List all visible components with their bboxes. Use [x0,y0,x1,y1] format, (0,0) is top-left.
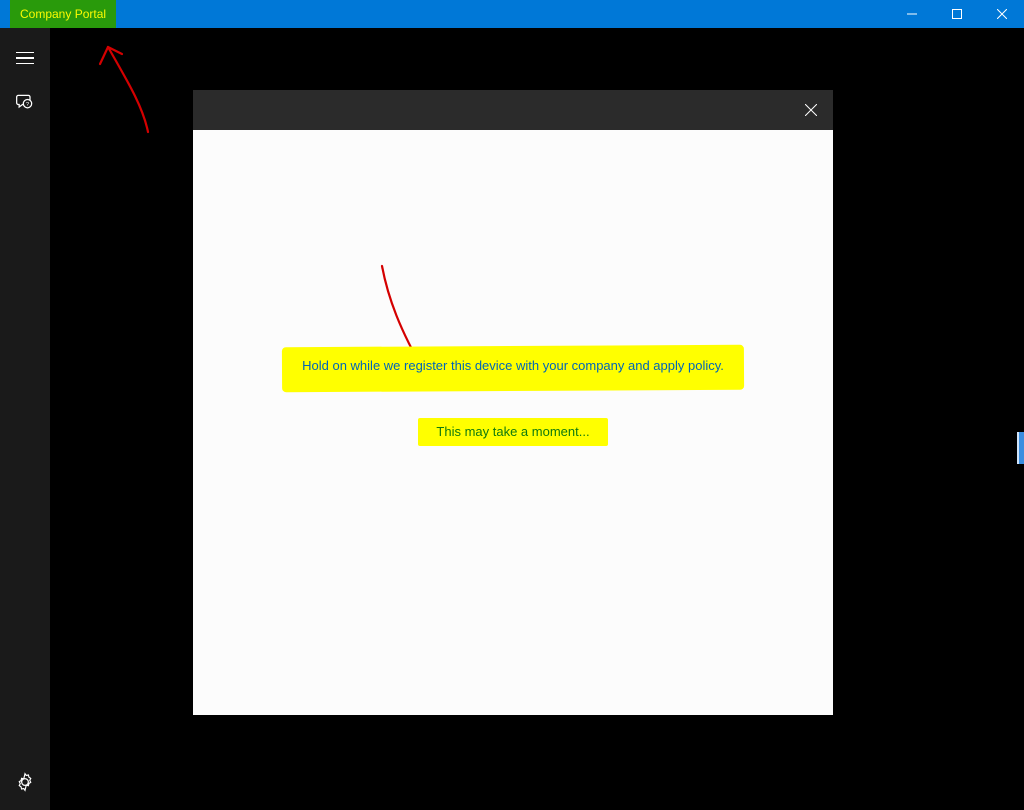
dialog-body: Hold on while we register this device wi… [193,130,833,715]
sidebar: ? [0,28,50,810]
minimize-button[interactable] [889,0,934,28]
app-title: Company Portal [10,0,116,28]
hamburger-menu-button[interactable] [0,36,50,80]
titlebar: Company Portal [0,0,1024,28]
background-window-sliver [1017,432,1024,464]
app-body: ? Hold on while we register this device … [0,28,1024,810]
gear-icon [15,772,35,792]
dialog-header [193,90,833,130]
content-area: Hold on while we register this device wi… [50,28,1024,810]
maximize-button[interactable] [934,0,979,28]
registration-message-primary: Hold on while we register this device wi… [290,352,736,383]
window-controls [889,0,1024,28]
chat-help-icon: ? [15,92,35,112]
sidebar-help-button[interactable]: ? [0,80,50,124]
registration-message-secondary: This may take a moment... [424,420,601,443]
registration-dialog: Hold on while we register this device wi… [193,90,833,715]
hamburger-icon [16,52,34,65]
minimize-icon [907,9,917,19]
close-window-button[interactable] [979,0,1024,28]
dialog-close-button[interactable] [788,90,833,130]
maximize-icon [952,9,962,19]
close-icon [997,9,1007,19]
titlebar-left: Company Portal [0,0,116,28]
close-icon [805,104,817,116]
sidebar-settings-button[interactable] [0,760,50,804]
